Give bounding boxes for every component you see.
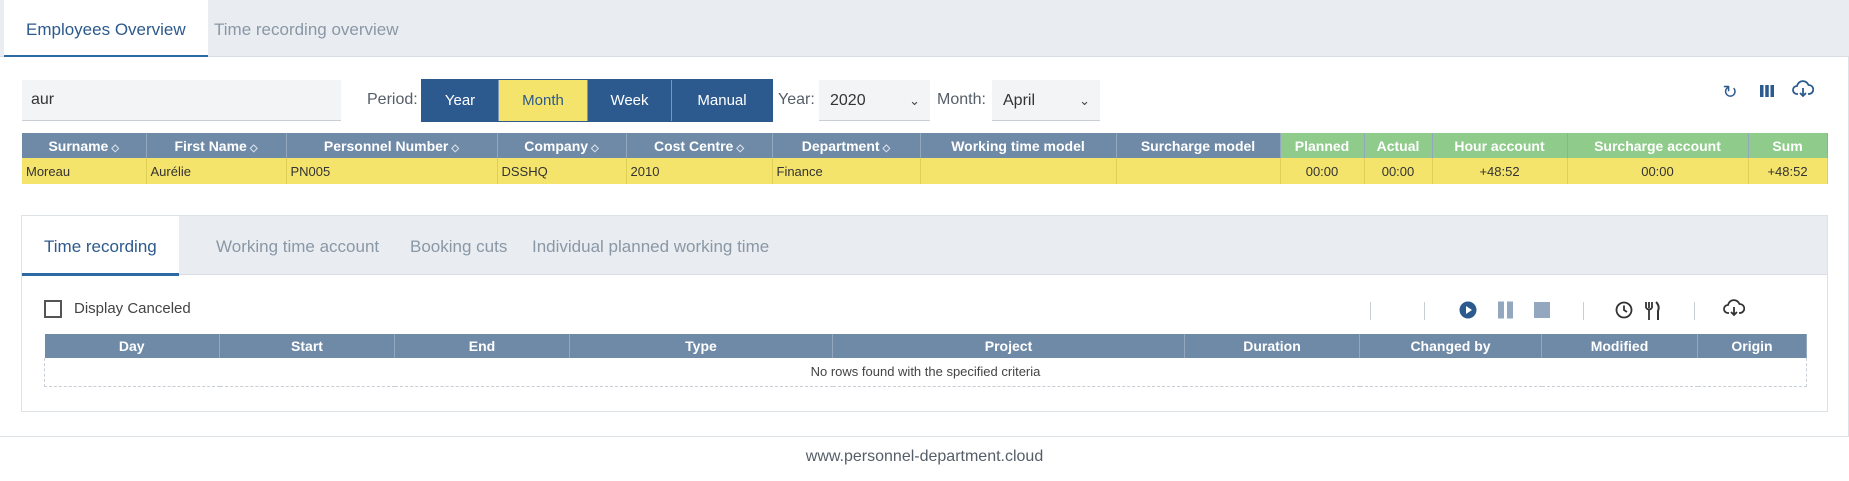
cell-working-time-model <box>920 158 1117 184</box>
year-label: Year: <box>778 91 815 108</box>
col-day[interactable]: Day <box>44 334 220 358</box>
month-value: April <box>1003 92 1036 109</box>
col-origin[interactable]: Origin <box>1697 334 1807 358</box>
period-label: Period: <box>367 91 418 108</box>
tab-individual-planned-working-time[interactable]: Individual planned working time <box>510 216 791 275</box>
refresh-icon[interactable]: ↻ <box>1719 82 1741 102</box>
tab-working-time-account[interactable]: Working time account <box>194 216 401 275</box>
cell-personnel-number: PN005 <box>286 158 498 184</box>
period-week-button[interactable]: Week <box>588 80 672 121</box>
chevron-down-icon: ⌄ <box>1079 93 1090 108</box>
cell-planned: 00:00 <box>1280 158 1365 184</box>
col-end[interactable]: End <box>394 334 570 358</box>
cell-department: Finance <box>772 158 921 184</box>
sort-icon: ◇ <box>249 142 258 154</box>
tab-employees-overview[interactable]: Employees Overview <box>4 0 208 58</box>
cell-company: DSSHQ <box>497 158 627 184</box>
col-personnel-number[interactable]: Personnel Number ◇ <box>286 133 498 158</box>
toolbar-divider <box>1370 302 1371 320</box>
top-tab-bar: Employees Overview Time recording overvi… <box>0 0 1849 58</box>
cloud-download-icon[interactable] <box>1722 299 1746 321</box>
display-canceled-label: Display Canceled <box>74 300 191 317</box>
col-working-time-model[interactable]: Working time model <box>920 133 1117 158</box>
col-surcharge-account[interactable]: Surcharge account <box>1567 133 1749 158</box>
cell-surname: Moreau <box>22 158 147 184</box>
period-manual-button[interactable]: Manual <box>672 80 772 121</box>
sort-icon: ◇ <box>111 142 120 154</box>
time-recording-table: Day Start End Type Project Duration Chan… <box>44 334 1807 387</box>
col-planned[interactable]: Planned <box>1280 133 1365 158</box>
sort-icon: ◇ <box>451 142 460 154</box>
toolbar-divider <box>1694 302 1695 320</box>
col-cost-centre[interactable]: Cost Centre ◇ <box>626 133 773 158</box>
footer-link[interactable]: www.personnel-department.cloud <box>0 448 1849 466</box>
cloud-download-icon[interactable] <box>1791 80 1815 102</box>
chevron-down-icon: ⌄ <box>909 93 920 108</box>
table-row[interactable]: Moreau Aurélie PN005 DSSHQ 2010 Finance … <box>22 158 1828 184</box>
col-sum[interactable]: Sum <box>1748 133 1828 158</box>
time-recording-panel: Time recording Working time account Book… <box>21 215 1828 412</box>
search-input[interactable] <box>22 80 341 121</box>
col-changed-by[interactable]: Changed by <box>1359 334 1542 358</box>
col-company[interactable]: Company ◇ <box>497 133 627 158</box>
employee-table: Surname ◇ First Name ◇ Personnel Number ◇ C… <box>22 133 1828 184</box>
col-first-name[interactable]: First Name ◇ <box>146 133 287 158</box>
cell-cost-centre: 2010 <box>626 158 773 184</box>
clock-icon[interactable] <box>1614 301 1634 323</box>
toolbar-divider <box>1424 302 1425 320</box>
tab-booking-cuts[interactable]: Booking cuts <box>388 216 529 275</box>
cell-hour-account: +48:52 <box>1432 158 1568 184</box>
sort-icon: ◇ <box>882 142 891 154</box>
cell-first-name: Aurélie <box>146 158 287 184</box>
toolbar-divider <box>1583 302 1584 320</box>
cell-sum: +48:52 <box>1748 158 1828 184</box>
empty-message: No rows found with the specified criteri… <box>44 358 1807 387</box>
col-hour-account[interactable]: Hour account <box>1432 133 1568 158</box>
col-actual[interactable]: Actual <box>1364 133 1433 158</box>
month-label: Month: <box>937 91 986 108</box>
sort-icon: ◇ <box>591 142 599 154</box>
col-modified[interactable]: Modified <box>1541 334 1698 358</box>
pause-icon[interactable] <box>1496 301 1516 323</box>
period-selector: Year Month Week Manual <box>421 79 773 122</box>
cell-surcharge-model <box>1116 158 1281 184</box>
cell-surcharge-account: 00:00 <box>1567 158 1749 184</box>
period-month-button[interactable]: Month <box>499 80 588 121</box>
col-department[interactable]: Department ◇ <box>772 133 921 158</box>
empty-row: No rows found with the specified criteri… <box>44 358 1807 387</box>
display-canceled-checkbox[interactable] <box>44 300 62 318</box>
columns-icon[interactable] <box>1756 82 1778 102</box>
col-duration[interactable]: Duration <box>1184 334 1360 358</box>
tab-time-recording-overview[interactable]: Time recording overview <box>192 0 421 57</box>
col-surcharge-model[interactable]: Surcharge model <box>1116 133 1281 158</box>
year-value: 2020 <box>830 92 866 109</box>
stop-icon[interactable] <box>1532 301 1552 323</box>
col-type[interactable]: Type <box>569 334 833 358</box>
play-icon[interactable] <box>1458 301 1478 323</box>
sort-icon: ◇ <box>736 142 745 154</box>
cell-actual: 00:00 <box>1364 158 1433 184</box>
time-table-header: Day Start End Type Project Duration Chan… <box>44 334 1807 358</box>
cutlery-icon[interactable] <box>1642 301 1662 325</box>
col-project[interactable]: Project <box>832 334 1185 358</box>
period-year-button[interactable]: Year <box>422 80 499 121</box>
month-select[interactable]: April ⌄ <box>992 80 1100 121</box>
employee-table-header: Surname ◇ First Name ◇ Personnel Number ◇ C… <box>22 133 1828 158</box>
year-select[interactable]: 2020 ⌄ <box>819 80 930 121</box>
tab-time-recording[interactable]: Time recording <box>22 216 179 276</box>
col-surname[interactable]: Surname ◇ <box>22 133 147 158</box>
col-start[interactable]: Start <box>219 334 395 358</box>
sub-tab-bar: Time recording Working time account Book… <box>22 216 1827 276</box>
